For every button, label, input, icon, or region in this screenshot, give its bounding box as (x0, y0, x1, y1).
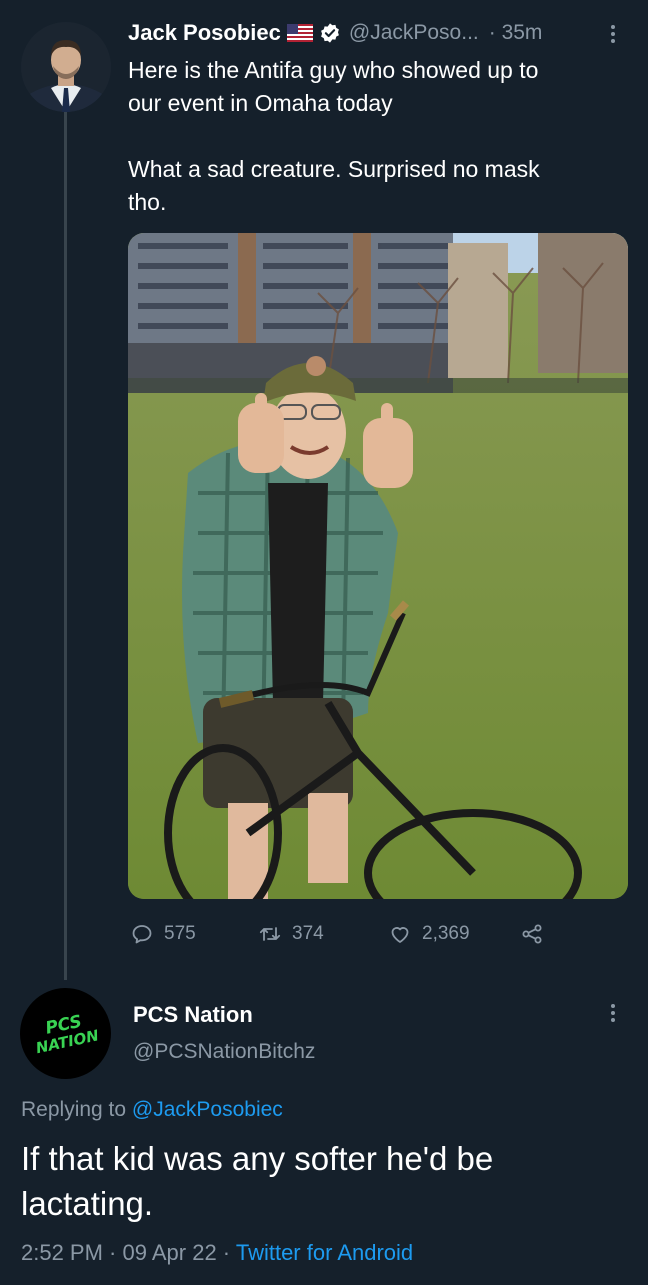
replying-to-label: Replying to (21, 1098, 132, 1121)
author-avatar[interactable] (21, 22, 111, 112)
like-action[interactable]: 2,369 (388, 922, 470, 946)
reply-icon (130, 922, 154, 946)
reply-author-avatar[interactable]: PCS NATION (11, 979, 120, 1088)
retweet-action[interactable]: 374 (258, 922, 324, 946)
reply-text-line: If that kid was any softer he'd be (21, 1140, 494, 1177)
reply-date: 09 Apr 22 (122, 1240, 217, 1265)
retweet-count: 374 (292, 923, 324, 944)
flag-icon (286, 24, 313, 42)
replying-to: Replying to @JackPosobiec (21, 1098, 283, 1122)
avatar-logo-text: NATION (34, 1026, 101, 1058)
author-avatar-image (21, 22, 111, 112)
verified-badge-icon (319, 22, 341, 44)
retweet-icon (258, 922, 282, 946)
share-icon (520, 922, 544, 946)
tweet-text-line: tho. (128, 189, 167, 215)
author-name[interactable]: Jack Posobiec (128, 20, 281, 46)
author-handle[interactable]: @JackPoso... (349, 21, 479, 45)
tweet-text-line: our event in Omaha today (128, 90, 393, 116)
replying-to-handle[interactable]: @JackPosobiec (132, 1098, 283, 1121)
thread-line (64, 112, 67, 980)
tweet-text-line: What a sad creature. Surprised no mask (128, 156, 540, 182)
reply-text-line: lactating. (21, 1185, 154, 1222)
tweet-photo[interactable] (128, 233, 628, 899)
reply-author-handle[interactable]: @PCSNationBitchz (133, 1040, 315, 1064)
reply-action[interactable]: 575 (130, 922, 196, 946)
reply-time: 2:52 PM (21, 1240, 103, 1265)
tweet-text-line: Here is the Antifa guy who showed up to (128, 57, 539, 83)
like-icon (388, 922, 412, 946)
reply-meta: 2:52 PM · 09 Apr 22 · Twitter for Androi… (21, 1240, 413, 1266)
more-icon[interactable] (611, 1004, 615, 1022)
reply-author-name[interactable]: PCS Nation (133, 1002, 253, 1028)
tweet-actions: 575 374 2,369 (130, 918, 560, 952)
tweet-photo-image (128, 233, 628, 899)
meta-separator: · (102, 1240, 123, 1265)
more-icon[interactable] (611, 25, 615, 43)
tweet-time[interactable]: · 35m (489, 21, 543, 45)
meta-separator: · (216, 1240, 236, 1265)
reply-count: 575 (164, 923, 196, 944)
share-action[interactable] (520, 922, 544, 946)
tweet-body: Here is the Antifa guy who showed up to … (128, 54, 608, 219)
tweet-header: Jack Posobiec @JackPoso... · 35m (128, 20, 542, 46)
like-count: 2,369 (422, 923, 470, 944)
reply-client[interactable]: Twitter for Android (236, 1240, 413, 1265)
reply-body: If that kid was any softer he'd be lacta… (21, 1136, 621, 1226)
